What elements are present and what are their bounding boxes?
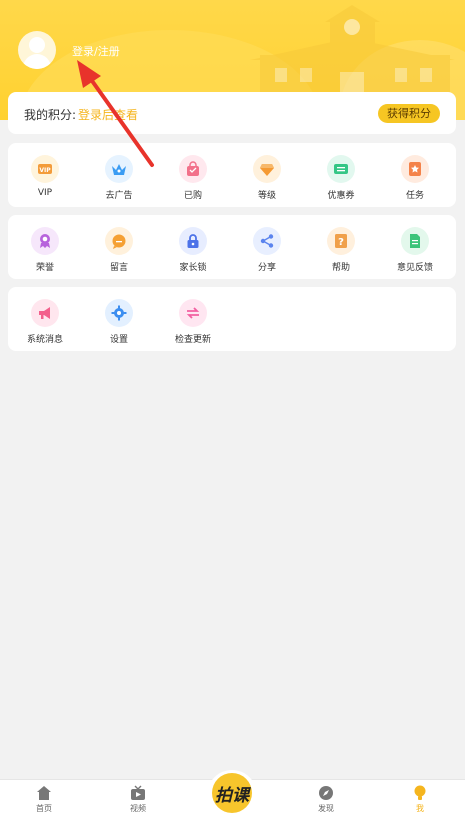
feature-card-1: VIP VIP 去广告 已购 等级 优惠券 任务 — [8, 143, 456, 207]
avatar-head-shape — [29, 37, 45, 53]
feature-card-3: 系统消息 设置 检查更新 — [8, 287, 456, 351]
svg-text:?: ? — [338, 237, 344, 248]
share-icon — [253, 227, 281, 255]
menu-item-message[interactable]: 留言 — [82, 215, 156, 279]
nav-label: 视频 — [130, 804, 146, 813]
menu-label: 荣誉 — [35, 263, 54, 273]
nav-discover[interactable]: 发现 — [296, 783, 356, 813]
menu-label: 优惠券 — [327, 191, 355, 201]
menu-item-tasks[interactable]: 任务 — [378, 143, 452, 207]
feature-card-2: 荣誉 留言 家长锁 分享 ? 帮助 意见反馈 — [8, 215, 456, 279]
nav-label: 发现 — [318, 804, 334, 813]
lock-icon — [179, 227, 207, 255]
menu-item-honor[interactable]: 荣誉 — [8, 215, 82, 279]
menu-label: 意见反馈 — [396, 263, 433, 273]
nav-video[interactable]: 视频 — [108, 783, 168, 813]
menu-label: 留言 — [109, 263, 128, 273]
menu-item-remove-ads[interactable]: 去广告 — [82, 143, 156, 207]
menu-item-share[interactable]: 分享 — [230, 215, 304, 279]
points-card: 我的积分: 登录后查看 获得积分 — [8, 92, 456, 134]
menu-label: 检查更新 — [174, 335, 211, 345]
menu-label: 系统消息 — [26, 335, 63, 345]
lightbulb-icon — [414, 785, 426, 800]
compass-icon — [319, 786, 333, 800]
tv-icon — [131, 785, 145, 800]
menu-label: 去广告 — [105, 191, 133, 201]
menu-item-settings[interactable]: 设置 — [82, 287, 156, 351]
center-capture-button[interactable]: 拍课 — [212, 773, 252, 813]
menu-item-vip[interactable]: VIP VIP — [8, 143, 82, 207]
menu-item-feedback[interactable]: 意见反馈 — [378, 215, 452, 279]
vip-icon: VIP — [31, 155, 59, 183]
menu-label: VIP — [37, 188, 53, 198]
nav-me[interactable]: 我 — [390, 783, 450, 813]
menu-item-help[interactable]: ? 帮助 — [304, 215, 378, 279]
nav-label: 我 — [416, 804, 424, 813]
nav-home[interactable]: 首页 — [14, 783, 74, 813]
coupon-icon — [327, 155, 355, 183]
nav-label: 首页 — [36, 804, 52, 813]
menu-item-purchased[interactable]: 已购 — [156, 143, 230, 207]
login-register-link[interactable]: 登录/注册 — [72, 43, 120, 59]
menu-item-coupon[interactable]: 优惠券 — [304, 143, 378, 207]
menu-label: 分享 — [257, 263, 276, 273]
menu-item-parental-lock[interactable]: 家长锁 — [156, 215, 230, 279]
task-icon — [401, 155, 429, 183]
earn-points-button[interactable]: 获得积分 — [378, 104, 440, 123]
center-button-label: 拍课 — [215, 786, 249, 806]
menu-label: 已购 — [183, 191, 202, 201]
menu-label: 等级 — [257, 191, 276, 201]
diamond-icon — [253, 155, 281, 183]
menu-item-check-update[interactable]: 检查更新 — [156, 287, 230, 351]
megaphone-icon — [31, 299, 59, 327]
bag-icon — [179, 155, 207, 183]
medal-icon — [31, 227, 59, 255]
menu-label: 帮助 — [331, 263, 350, 273]
gear-icon — [105, 299, 133, 327]
menu-label: 家长锁 — [179, 263, 207, 273]
menu-item-system-messages[interactable]: 系统消息 — [8, 287, 82, 351]
home-icon — [37, 786, 51, 800]
feedback-icon — [401, 227, 429, 255]
crown-icon — [105, 155, 133, 183]
menu-label: 任务 — [405, 191, 424, 201]
points-label: 我的积分: — [24, 108, 77, 122]
user-avatar[interactable] — [18, 31, 56, 69]
menu-item-level[interactable]: 等级 — [230, 143, 304, 207]
refresh-icon — [179, 299, 207, 327]
help-icon: ? — [327, 227, 355, 255]
svg-text:VIP: VIP — [39, 167, 51, 174]
avatar-body-shape — [23, 54, 51, 69]
menu-label: 设置 — [109, 335, 128, 345]
points-login-prompt[interactable]: 登录后查看 — [78, 106, 138, 123]
comment-icon — [105, 227, 133, 255]
